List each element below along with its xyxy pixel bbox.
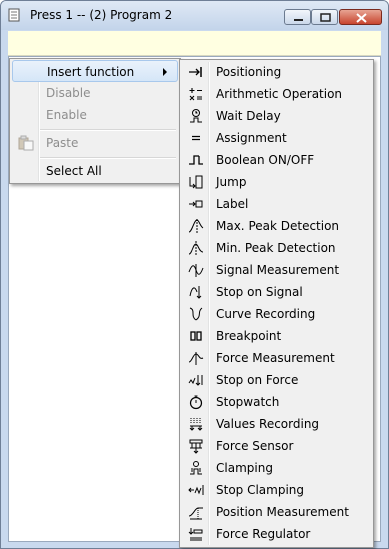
submenu-item-label: Stopwatch (216, 395, 280, 409)
submenu-item-label: Jump (216, 175, 247, 189)
submenu-item-max-peak-detection[interactable]: Max. Peak Detection (182, 215, 371, 237)
submenu-item-force-regulator[interactable]: Force Regulator (182, 523, 371, 545)
submenu-item-label: Arithmetic Operation (216, 87, 343, 101)
menu-separator (40, 157, 176, 159)
menu-item-enable[interactable]: Enable (12, 104, 178, 126)
force-regulator-icon (188, 528, 203, 541)
menu-item-paste[interactable]: Paste (12, 132, 178, 154)
stopwatch-icon (189, 395, 203, 410)
minimize-icon (294, 19, 303, 21)
submenu-item-force-sensor[interactable]: Force Sensor (182, 435, 371, 457)
submenu-item-label: Boolean ON/OFF (216, 153, 315, 167)
submenu-arrow-icon (163, 68, 167, 76)
stop-force-icon (188, 375, 203, 386)
position-measurement-icon (188, 507, 203, 520)
submenu-item-stop-on-signal[interactable]: Stop on Signal (182, 281, 371, 303)
submenu-item-label: Clamping (216, 461, 273, 475)
submenu-item-label: Force Measurement (216, 351, 335, 365)
submenu-item-label: Wait Delay (216, 109, 281, 123)
submenu-item-arithmetic-operation[interactable]: Arithmetic Operation (182, 83, 371, 105)
submenu-item-curve-recording[interactable]: Curve Recording (182, 303, 371, 325)
submenu-item-stop-on-force[interactable]: Stop on Force (182, 369, 371, 391)
signal-measurement-icon (188, 264, 204, 277)
window-title: Press 1 -- (2) Program 2 (30, 8, 173, 22)
label-icon (189, 200, 203, 208)
force-sensor-icon (189, 439, 203, 454)
submenu-item-label[interactable]: Label (182, 193, 371, 215)
jump-icon (189, 175, 203, 189)
submenu-item-stopwatch[interactable]: Stopwatch (182, 391, 371, 413)
submenu-item-label: Min. Peak Detection (216, 241, 336, 255)
menu-item-label: Select All (46, 164, 102, 178)
submenu-item-stop-clamping[interactable]: Stop Clamping (182, 479, 371, 501)
paste-icon (18, 135, 34, 151)
values-recording-icon (189, 418, 203, 431)
assignment-icon (192, 135, 200, 141)
menu-item-disable[interactable]: Disable (12, 82, 178, 104)
submenu-item-label: Values Recording (216, 417, 320, 431)
submenu-item-force-measurement[interactable]: Force Measurement (182, 347, 371, 369)
submenu-item-label: Curve Recording (216, 307, 316, 321)
insert-function-submenu: Positioning Arithmetic Operation Wait De… (179, 59, 374, 548)
maximize-icon (320, 13, 331, 22)
close-button[interactable] (339, 9, 382, 25)
submenu-item-position-measurement[interactable]: Position Measurement (182, 501, 371, 523)
positioning-icon (189, 67, 202, 77)
submenu-item-label: Positioning (216, 65, 282, 79)
submenu-item-label: Force Regulator (216, 527, 311, 541)
stop-clamping-icon (188, 485, 204, 495)
submenu-item-label: Signal Measurement (216, 263, 340, 277)
arithmetic-icon (189, 88, 202, 101)
submenu-item-clamping[interactable]: Clamping (182, 457, 371, 479)
submenu-item-label: Max. Peak Detection (216, 219, 340, 233)
menu-separator (40, 129, 176, 131)
menu-item-label: Disable (46, 86, 91, 100)
info-bar (8, 31, 381, 56)
title-bar[interactable]: Press 1 -- (2) Program 2 (1, 1, 388, 30)
menu-item-insert-function[interactable]: Insert function (12, 60, 178, 82)
context-menu: Insert function Disable Enable Paste Sel… (9, 58, 181, 184)
max-peak-icon (188, 219, 204, 233)
submenu-item-breakpoint[interactable]: Breakpoint (182, 325, 371, 347)
menu-item-label: Enable (46, 108, 87, 122)
submenu-item-signal-measurement[interactable]: Signal Measurement (182, 259, 371, 281)
submenu-item-jump[interactable]: Jump (182, 171, 371, 193)
breakpoint-icon (190, 331, 202, 341)
submenu-item-positioning[interactable]: Positioning (182, 61, 371, 83)
submenu-item-min-peak-detection[interactable]: Min. Peak Detection (182, 237, 371, 259)
clamping-icon (190, 461, 202, 475)
submenu-item-label: Stop on Signal (216, 285, 303, 299)
submenu-item-wait-delay[interactable]: Wait Delay (182, 105, 371, 127)
submenu-item-label: Label (216, 197, 249, 211)
menu-item-label: Paste (46, 136, 79, 150)
maximize-button[interactable] (311, 9, 338, 25)
submenu-item-label: Force Sensor (216, 439, 294, 453)
submenu-item-label: Stop on Force (216, 373, 299, 387)
force-measurement-icon (188, 352, 204, 365)
submenu-item-assignment[interactable]: Assignment (182, 127, 371, 149)
submenu-item-label: Position Measurement (216, 505, 349, 519)
submenu-item-boolean-on-off[interactable]: Boolean ON/OFF (182, 149, 371, 171)
submenu-item-label: Breakpoint (216, 329, 282, 343)
boolean-icon (189, 155, 203, 165)
submenu-item-values-recording[interactable]: Values Recording (182, 413, 371, 435)
stop-signal-icon (189, 286, 202, 299)
wait-delay-icon (190, 109, 202, 123)
close-icon (356, 13, 367, 23)
menu-item-select-all[interactable]: Select All (12, 160, 178, 182)
curve-recording-icon (189, 307, 203, 321)
minimize-button[interactable] (284, 9, 311, 25)
menu-item-label: Insert function (47, 65, 135, 79)
document-icon (8, 8, 20, 22)
min-peak-icon (188, 241, 204, 255)
submenu-item-label: Stop Clamping (216, 483, 305, 497)
submenu-item-label: Assignment (216, 131, 287, 145)
